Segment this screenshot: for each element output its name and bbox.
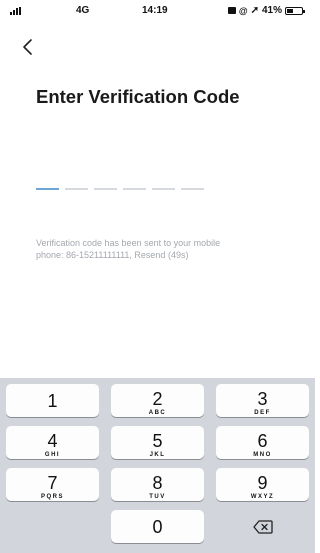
backspace-icon <box>252 520 273 534</box>
network-type: 4G <box>76 5 90 16</box>
key-letters: JKL <box>149 452 166 458</box>
location-icon: ➚ <box>250 5 259 16</box>
verification-sent-message: Verification code has been sent to your … <box>36 237 286 261</box>
key-letters: GHI <box>44 452 61 458</box>
key-1[interactable]: 1 <box>6 384 99 417</box>
key-letters: PQRS <box>40 494 64 500</box>
message-line-2: phone: 86-15211111111, Resend (49s) <box>36 250 189 260</box>
key-letters: DEF <box>254 410 271 416</box>
key-number: 3 <box>257 389 268 409</box>
key-letters: MNO <box>253 452 272 458</box>
code-slot-1[interactable] <box>36 188 59 190</box>
key-8[interactable]: 8 TUV <box>111 468 204 501</box>
code-slot-3[interactable] <box>94 188 117 190</box>
numeric-keypad: 1 2 ABC 3 DEF 4 GHI 5 JKL 6 MNO 7 PQRS 8… <box>0 378 315 553</box>
code-slot-5[interactable] <box>152 188 175 190</box>
orientation-lock-icon <box>227 7 236 14</box>
key-number: 7 <box>47 473 58 493</box>
key-number: 6 <box>257 431 268 451</box>
key-number: 9 <box>257 473 268 493</box>
key-9[interactable]: 9 WXYZ <box>216 468 309 501</box>
key-2[interactable]: 2 ABC <box>111 384 204 417</box>
key-letters: TUV <box>149 494 166 500</box>
code-slot-6[interactable] <box>181 188 204 190</box>
status-bar: 4G 14:19 @ ➚ 41% <box>0 0 315 22</box>
key-number: 5 <box>152 431 163 451</box>
key-number: 2 <box>152 389 163 409</box>
key-number: 0 <box>152 517 163 537</box>
signal-icon <box>10 7 21 15</box>
key-number: 1 <box>47 391 58 411</box>
page-title: Enter Verification Code <box>36 86 240 107</box>
status-right: @ ➚ 41% <box>227 5 305 16</box>
key-0[interactable]: 0 <box>111 510 204 543</box>
key-letters: ABC <box>148 410 167 416</box>
key-number: 8 <box>152 473 163 493</box>
code-slot-2[interactable] <box>65 188 88 190</box>
key-letters: WXYZ <box>250 494 275 500</box>
alarm-icon: @ <box>238 5 248 16</box>
key-4[interactable]: 4 GHI <box>6 426 99 459</box>
status-time: 14:19 <box>142 5 168 16</box>
delete-button[interactable] <box>216 510 309 543</box>
key-number: 4 <box>47 431 58 451</box>
battery-percent: 41% <box>261 5 282 16</box>
key-3[interactable]: 3 DEF <box>216 384 309 417</box>
code-slot-4[interactable] <box>123 188 146 190</box>
key-empty <box>6 510 99 543</box>
message-line-1: Verification code has been sent to your … <box>36 238 221 248</box>
key-5[interactable]: 5 JKL <box>111 426 204 459</box>
key-7[interactable]: 7 PQRS <box>6 468 99 501</box>
verification-code-input[interactable] <box>36 188 204 190</box>
key-6[interactable]: 6 MNO <box>216 426 309 459</box>
battery-icon <box>285 6 305 15</box>
chevron-left-icon <box>23 39 32 55</box>
back-button[interactable] <box>22 38 42 58</box>
